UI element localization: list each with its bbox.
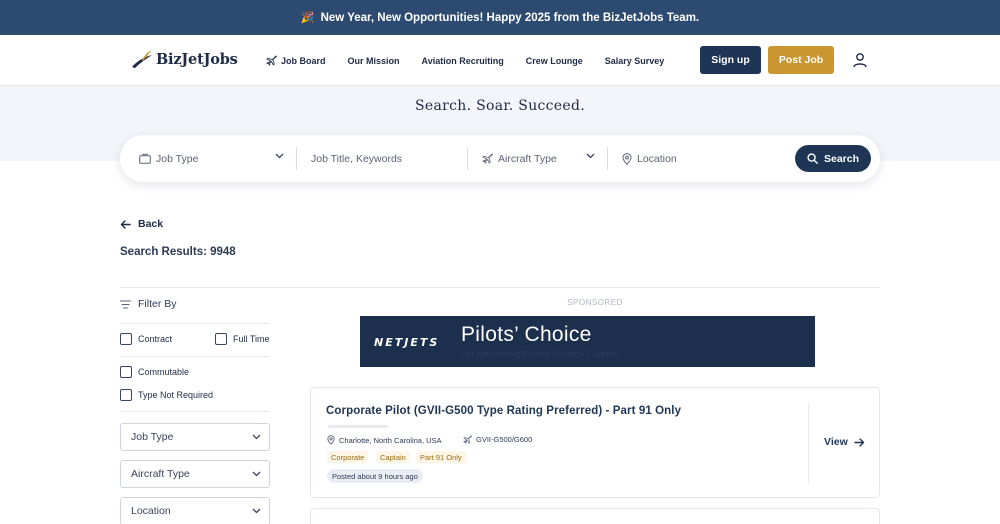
view-job-link[interactable]: View <box>824 436 865 448</box>
divider <box>120 287 880 288</box>
airplane-icon <box>463 435 472 444</box>
full-time-label: Full Time <box>233 334 270 344</box>
nav-aviation-recruiting-label: Aviation Recruiting <box>421 55 504 66</box>
back-label: Back <box>138 218 164 230</box>
nav-our-mission-label: Our Mission <box>347 55 400 66</box>
job-location: Charlotte, North Carolina, USA <box>327 435 442 445</box>
divider <box>120 356 270 357</box>
banner-subtitle: For Rewarding Private Aviation Careers <box>461 349 619 359</box>
chevron-down-icon <box>252 508 261 514</box>
job-tag: Captain <box>376 451 410 463</box>
back-link[interactable]: Back <box>120 218 163 230</box>
aircraft-type-select[interactable]: Aircraft Type <box>120 460 270 488</box>
nav-aviation-recruiting[interactable]: Aviation Recruiting <box>422 56 504 66</box>
search-results-count: Search Results: 9948 <box>120 246 236 258</box>
arrow-right-icon <box>854 437 864 447</box>
location-placeholder: Location <box>637 152 677 165</box>
job-title[interactable]: Corporate Pilot (GVII-G500 Type Rating P… <box>326 405 681 417</box>
filter-lines-icon <box>120 299 131 309</box>
search-bar: Job Type Job Title, Keywords Aircraft Ty… <box>120 135 880 182</box>
checkbox-box[interactable] <box>215 333 227 345</box>
keywords-input[interactable]: Job Title, Keywords <box>311 147 461 170</box>
company-placeholder <box>328 425 388 428</box>
checkbox-box[interactable] <box>120 389 132 401</box>
keywords-placeholder: Job Title, Keywords <box>311 152 403 165</box>
sponsored-label: SPONSORED <box>567 298 623 307</box>
aircraft-type-dropdown[interactable]: Aircraft Type <box>482 147 602 170</box>
job-type-select-label: Job Type <box>131 431 174 443</box>
job-aircraft: GVII-G500/G600 <box>463 435 532 444</box>
nav-crew-lounge[interactable]: Crew Lounge <box>526 56 583 66</box>
nav-crew-lounge-label: Crew Lounge <box>525 55 583 66</box>
nav-salary-survey-label: Salary Survey <box>604 55 665 66</box>
airplane-icon <box>482 153 493 164</box>
logo[interactable]: BizJetJobs <box>131 49 238 69</box>
posted-badge: Posted about 9 hours ago <box>327 469 423 483</box>
location-input[interactable]: Location <box>622 147 782 170</box>
nav-salary-survey[interactable]: Salary Survey <box>605 56 665 66</box>
search-button-label: Search <box>823 152 860 165</box>
filter-heading-label: Filter By <box>138 298 177 310</box>
arrow-left-icon <box>120 219 131 229</box>
divider <box>120 323 270 324</box>
map-pin-icon <box>327 435 335 445</box>
search-divider <box>467 147 468 170</box>
job-tag: Part 91 Only <box>416 451 466 463</box>
job-type-dropdown[interactable]: Job Type <box>139 147 289 170</box>
nav-job-board[interactable]: Job Board <box>266 55 326 66</box>
job-aircraft-text: GVII-G500/G600 <box>476 435 533 444</box>
announcement-text: New Year, New Opportunities! Happy 2025 … <box>320 11 700 24</box>
party-popper-icon: 🎉 <box>300 12 315 24</box>
chevron-down-icon <box>275 153 284 159</box>
nav-our-mission[interactable]: Our Mission <box>348 56 400 66</box>
logo-text: BizJetJobs <box>156 50 238 68</box>
banner-title: Pilots’ Choice <box>461 323 592 346</box>
chevron-down-icon <box>252 434 261 440</box>
job-type-select[interactable]: Job Type <box>120 423 270 451</box>
type-not-required-label: Type Not Required <box>138 390 214 400</box>
signup-button[interactable]: Sign up <box>700 46 761 74</box>
checkbox-box[interactable] <box>120 366 132 378</box>
view-label: View <box>824 436 848 448</box>
checkbox-box[interactable] <box>120 333 132 345</box>
search-divider <box>296 147 297 170</box>
commutable-label: Commutable <box>138 367 190 377</box>
search-icon <box>807 153 818 164</box>
location-select[interactable]: Location <box>120 497 270 524</box>
chevron-down-icon <box>586 153 595 159</box>
job-location-text: Charlotte, North Carolina, USA <box>339 435 442 445</box>
aircraft-type-label: Aircraft Type <box>498 152 557 165</box>
card-divider <box>808 403 809 483</box>
divider <box>120 411 270 412</box>
banner-brand: NETJETS <box>374 336 440 349</box>
aircraft-type-select-label: Aircraft Type <box>131 468 190 480</box>
map-pin-icon <box>622 152 632 165</box>
announcement-bar: 🎉 New Year, New Opportunities! Happy 202… <box>0 0 1000 35</box>
nav-job-board-label: Job Board <box>281 55 326 66</box>
airplane-icon <box>266 55 277 66</box>
contract-checkbox[interactable]: Contract <box>120 333 172 345</box>
job-type-label: Job Type <box>156 152 199 165</box>
main-nav: Job Board Our Mission Aviation Recruitin… <box>266 35 686 86</box>
contract-label: Contract <box>138 334 173 344</box>
chevron-down-icon <box>252 471 261 477</box>
logo-swoosh-icon <box>132 50 152 68</box>
filter-heading: Filter By <box>120 298 177 310</box>
location-select-label: Location <box>131 505 171 517</box>
post-job-button[interactable]: Post Job <box>768 46 834 74</box>
briefcase-icon <box>139 153 151 164</box>
full-time-checkbox[interactable]: Full Time <box>215 333 270 345</box>
hero-tagline: Search. Soar. Succeed. <box>415 98 585 114</box>
job-card[interactable] <box>310 508 880 524</box>
search-button[interactable]: Search <box>795 145 871 172</box>
type-not-required-checkbox[interactable]: Type Not Required <box>120 389 213 401</box>
search-divider <box>607 147 608 170</box>
sponsored-banner[interactable]: NETJETS Pilots’ Choice For Rewarding Pri… <box>360 316 815 367</box>
job-tag: Corporate <box>327 451 369 463</box>
job-card[interactable]: Corporate Pilot (GVII-G500 Type Rating P… <box>310 387 880 498</box>
commutable-checkbox[interactable]: Commutable <box>120 366 189 378</box>
user-account-icon[interactable] <box>852 52 868 68</box>
site-header: BizJetJobs Job Board Our Mission Aviatio… <box>0 35 1000 86</box>
